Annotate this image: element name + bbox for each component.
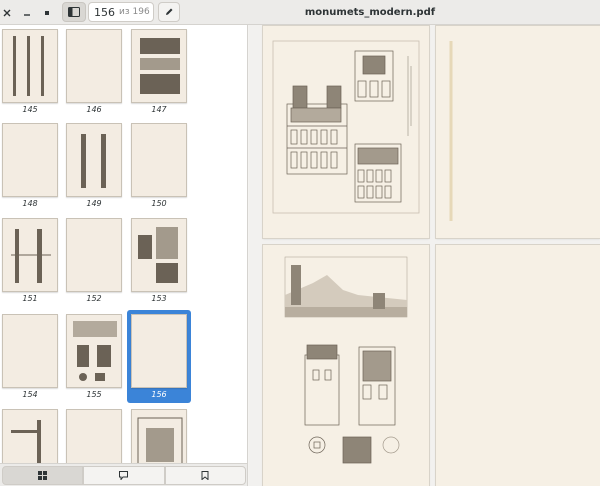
tab-bookmarks[interactable] (164, 466, 246, 485)
thumbnail-image (131, 123, 187, 197)
close-icon (3, 9, 11, 16)
page-illustration (272, 40, 420, 214)
page-thumbnail[interactable]: 149 (66, 123, 122, 208)
page-thumbnail[interactable]: 155 (66, 314, 122, 399)
thumbnail-page-number: 147 (151, 105, 167, 114)
page-thumbnail[interactable]: 154 (2, 314, 58, 399)
thumbnail-image (2, 29, 58, 103)
document-view[interactable] (249, 25, 600, 486)
sidebar-icon (68, 7, 80, 17)
current-page-value[interactable]: 156 (89, 6, 119, 19)
total-pages-label: из 196 (119, 7, 150, 17)
page-thumbnail[interactable]: 151 (2, 218, 58, 303)
page-thumbnail[interactable]: 153 (131, 218, 187, 303)
document-page (263, 26, 429, 238)
maximize-icon (45, 10, 49, 15)
page-thumbnail[interactable]: 146 (66, 29, 122, 114)
page-thumbnail[interactable]: 148 (2, 123, 58, 208)
thumbnail-page-number: 156 (151, 390, 167, 399)
document-viewer-window: 156 из 196 monumets_modern.pdf 145 146 147… (0, 0, 600, 486)
thumbnail-image (66, 123, 122, 197)
thumbnail-image (2, 123, 58, 197)
document-page (436, 26, 600, 238)
thumbnail-sidebar[interactable]: 145 146 147 148 149 150 151 152 153 154 155 156 (0, 25, 248, 486)
page-thumbnail[interactable]: 156 (127, 310, 191, 403)
page-number-entry[interactable]: 156 из 196 (88, 2, 154, 22)
thumbnail-page-number: 150 (151, 199, 167, 208)
thumbnail-image (2, 314, 58, 388)
thumbnail-image (66, 29, 122, 103)
page-thumbnail[interactable]: 145 (2, 29, 58, 114)
page-illustration (284, 256, 408, 464)
document-page (263, 245, 429, 486)
tab-annotations[interactable] (83, 466, 165, 485)
grid-icon (38, 471, 48, 480)
annotate-button[interactable] (158, 2, 180, 22)
comment-icon (119, 471, 129, 480)
maximize-button[interactable] (40, 3, 54, 22)
minimize-icon (24, 13, 30, 16)
pencil-icon (166, 8, 173, 15)
page-thumbnail[interactable]: 147 (131, 29, 187, 114)
thumbnail-image (131, 29, 187, 103)
close-button[interactable] (0, 3, 14, 22)
page-thumbnail[interactable]: 152 (66, 218, 122, 303)
thumbnail-page-number: 153 (151, 294, 167, 303)
thumbnail-image (66, 218, 122, 292)
sidebar-toggle-button[interactable] (62, 2, 86, 22)
thumbnail-image (131, 314, 187, 388)
bookmark-icon (201, 471, 209, 480)
document-page (436, 245, 600, 486)
sidebar-tab-bar (0, 463, 247, 486)
page-illustration (449, 41, 453, 221)
thumbnail-image (66, 314, 122, 388)
header-bar: 156 из 196 monumets_modern.pdf (0, 0, 600, 25)
thumbnail-image (131, 218, 187, 292)
thumbnail-image (2, 218, 58, 292)
tab-thumbnails[interactable] (2, 466, 84, 485)
document-title: monumets_modern.pdf (304, 7, 436, 18)
minimize-button[interactable] (20, 3, 34, 22)
page-thumbnail[interactable]: 150 (131, 123, 187, 208)
